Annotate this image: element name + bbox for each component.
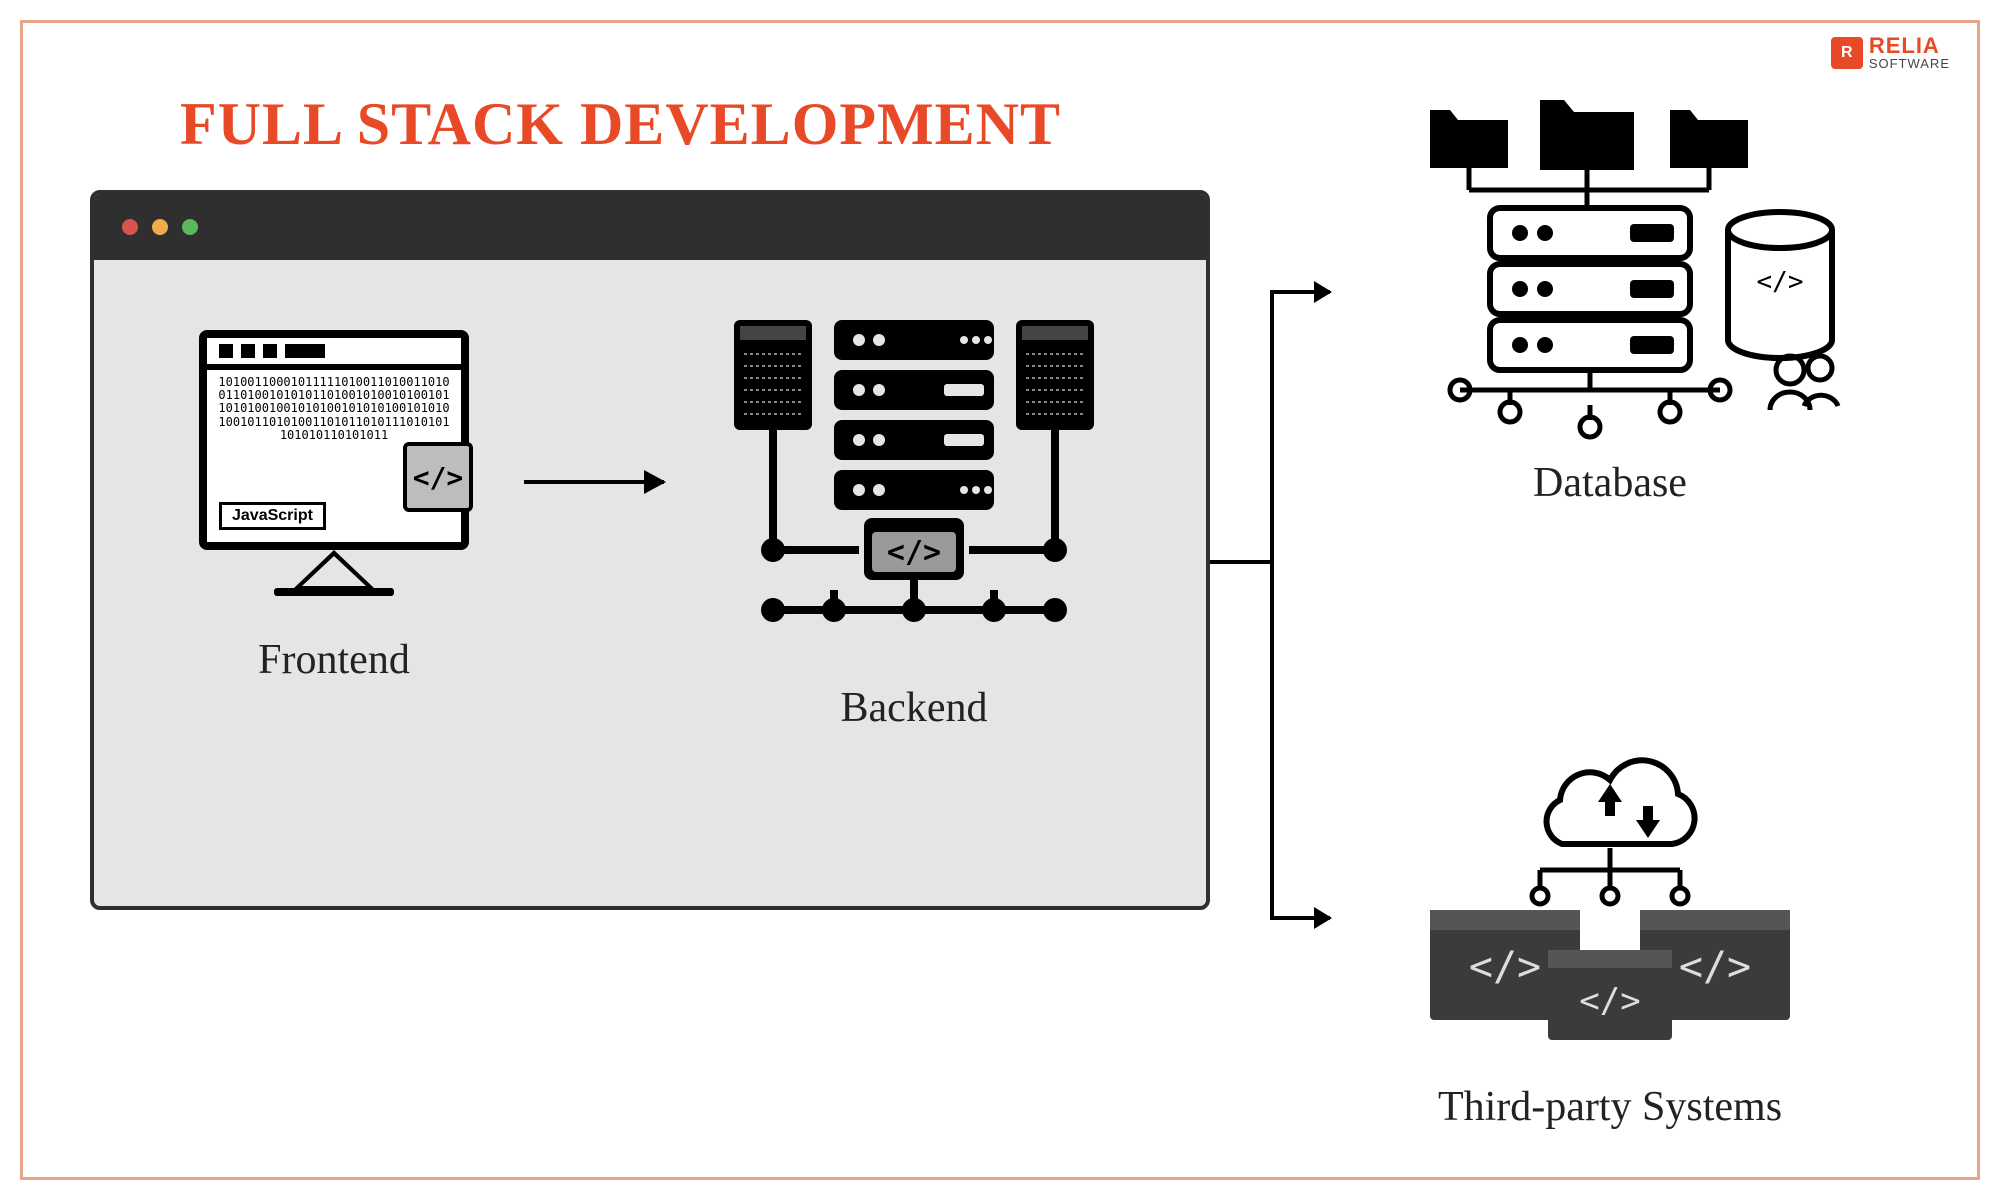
window-maximize-icon (182, 219, 198, 235)
window-close-icon (122, 219, 138, 235)
frontend-label: Frontend (174, 636, 494, 684)
connector-to-thirdparty-icon (1270, 916, 1330, 920)
window-minimize-icon (152, 219, 168, 235)
svg-text:</>: </> (1679, 944, 1751, 990)
connector-out-icon (1210, 560, 1270, 564)
connector-vertical-icon (1270, 290, 1274, 920)
database-icon: </> (1360, 90, 1860, 440)
svg-text:</>: </> (887, 535, 941, 570)
logo-brand: RELIA (1869, 35, 1950, 57)
backend-label: Backend (704, 684, 1124, 732)
brand-logo: R RELIA SOFTWARE (1831, 35, 1950, 70)
thirdparty-icon: </> </> </> (1370, 740, 1850, 1060)
backend-section: </> Backend (704, 300, 1124, 732)
thirdparty-label: Third-party Systems (1350, 1083, 1870, 1131)
monitor-icon: 1010011000101111101001101001101001101001… (199, 330, 469, 550)
javascript-badge: JavaScript (219, 502, 326, 530)
code-icon: </> (403, 442, 473, 512)
arrow-frontend-to-backend-icon (524, 480, 664, 484)
svg-text:</>: </> (1757, 267, 1804, 297)
database-section: </> Database (1350, 90, 1870, 507)
backend-server-icon: </> (714, 300, 1114, 660)
diagram-title: FULL STACK DEVELOPMENT (180, 90, 1061, 159)
database-label: Database (1350, 459, 1870, 507)
frontend-section: 1010011000101111101001101001101001101001… (174, 330, 494, 684)
browser-window: 1010011000101111101001101001101001101001… (90, 190, 1210, 910)
connector-to-database-icon (1270, 290, 1330, 294)
window-titlebar (94, 194, 1206, 260)
thirdparty-section: </> </> </> Third-party Systems (1350, 740, 1870, 1131)
logo-sub: SOFTWARE (1869, 57, 1950, 70)
svg-text:</>: </> (1469, 944, 1541, 990)
logo-mark-icon: R (1831, 37, 1863, 69)
svg-text:</>: </> (1579, 981, 1640, 1021)
